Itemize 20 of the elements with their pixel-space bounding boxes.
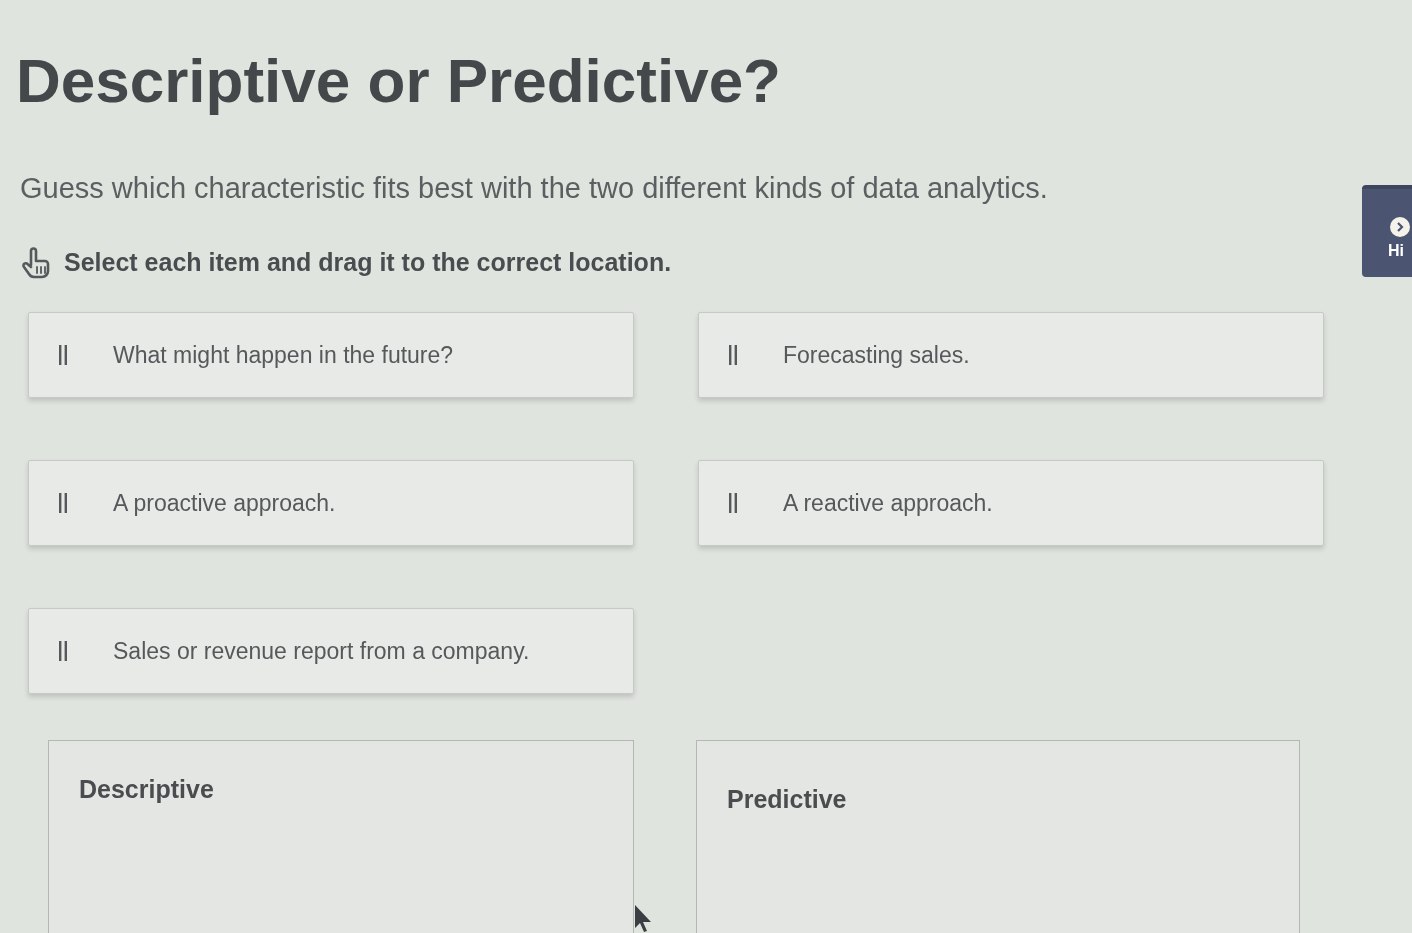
intro-text: Guess which characteristic fits best with the two different kinds of data analytics.: [20, 171, 1048, 206]
mouse-pointer-icon: [634, 904, 654, 933]
draggable-item[interactable]: Forecasting sales.: [698, 311, 1324, 398]
side-tab-button[interactable]: Hi: [1362, 185, 1412, 277]
drag-handle-icon: [729, 492, 737, 513]
draggable-item[interactable]: What might happen in the future?: [28, 311, 634, 398]
drop-zone-label: Descriptive: [79, 774, 214, 803]
draggable-item[interactable]: Sales or revenue report from a company.: [28, 607, 634, 694]
instruction-text: Select each item and drag it to the correct location.: [64, 247, 672, 279]
chevron-circle-icon: [1390, 217, 1410, 237]
draggable-item[interactable]: A reactive approach.: [698, 459, 1324, 546]
drag-handle-icon: [729, 344, 737, 365]
drop-zone[interactable]: Descriptive: [48, 739, 634, 933]
drag-handle-icon: [59, 640, 67, 661]
draggable-item[interactable]: A proactive approach.: [28, 459, 634, 546]
drag-handle-icon: [59, 492, 67, 513]
pointing-hand-icon: [22, 247, 50, 279]
drop-zone[interactable]: Predictive: [696, 739, 1300, 933]
drop-zone-label: Predictive: [727, 784, 847, 813]
drag-handle-icon: [59, 344, 67, 365]
